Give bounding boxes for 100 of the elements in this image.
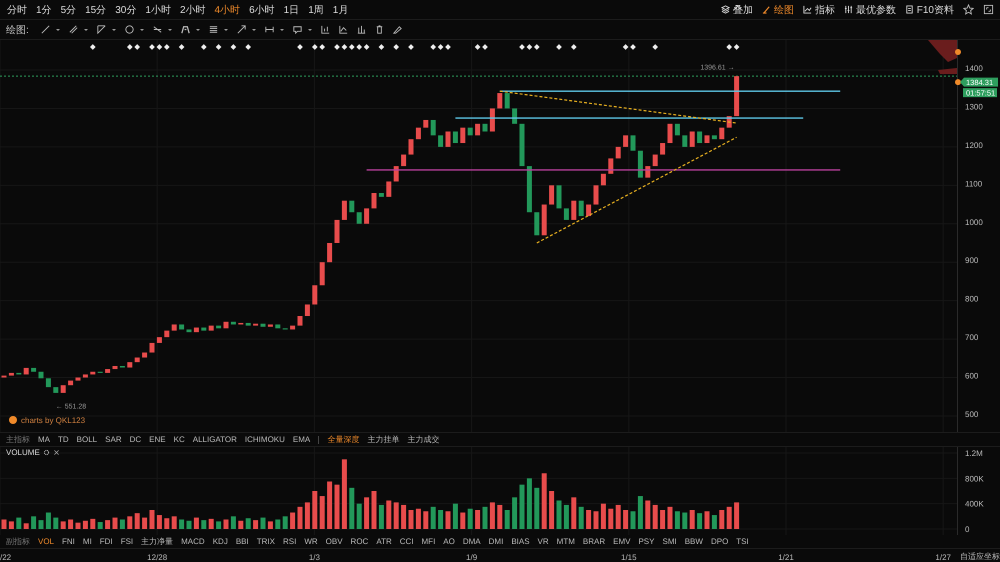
indicator-tab[interactable]: KDJ xyxy=(212,537,228,546)
indicator-tab[interactable]: FSI xyxy=(120,537,134,546)
indicator-tab[interactable]: RSI xyxy=(282,537,296,546)
indicator-tab[interactable]: ATR xyxy=(376,537,392,546)
drawing-tool-icon[interactable] xyxy=(68,24,79,35)
indicator-tab[interactable]: MTM xyxy=(556,537,575,546)
drawing-tool-icon[interactable] xyxy=(180,24,191,35)
caret-icon[interactable] xyxy=(306,28,313,32)
caret-icon[interactable] xyxy=(110,28,117,32)
indicator-tab[interactable]: BBW xyxy=(684,537,703,546)
close-icon[interactable] xyxy=(52,449,60,456)
toolbar-button[interactable]: 最优参数 xyxy=(844,2,896,16)
drawing-tool-icon[interactable] xyxy=(40,24,51,35)
drawing-tool-icon[interactable] xyxy=(338,24,349,35)
trend-line[interactable] xyxy=(500,90,737,124)
drawing-tool-icon[interactable] xyxy=(96,24,107,35)
indicator-group-label: 副指标 xyxy=(6,536,30,547)
indicator-tab[interactable]: BOLL xyxy=(76,435,98,444)
overlay-tab[interactable]: 全量深度 xyxy=(327,434,360,445)
period-tab[interactable]: 15分 xyxy=(82,2,110,18)
date-axis-label: 1/15 xyxy=(621,552,637,562)
drawing-tool-icon[interactable] xyxy=(264,24,275,35)
period-tab[interactable]: 1周 xyxy=(305,2,327,18)
trend-line[interactable] xyxy=(536,136,737,244)
horizontal-line[interactable] xyxy=(500,90,840,92)
toolbar-button[interactable]: F10资料 xyxy=(904,2,954,16)
drawing-tool-icon[interactable] xyxy=(392,24,403,35)
period-tab[interactable]: 30分 xyxy=(112,2,140,18)
indicator-tab[interactable]: VR xyxy=(538,537,549,546)
drawing-tool-icon[interactable] xyxy=(236,24,247,35)
indicator-tab[interactable]: SMI xyxy=(662,537,677,546)
indicator-tab[interactable]: PSY xyxy=(638,537,654,546)
indicator-tab[interactable]: DMA xyxy=(462,537,481,546)
overlay-tab[interactable]: 主力挂单 xyxy=(367,434,400,445)
period-tab[interactable]: 4小时 xyxy=(212,2,244,18)
caret-icon[interactable] xyxy=(222,28,229,32)
period-tab[interactable]: 1小时 xyxy=(142,2,174,18)
indicator-tab[interactable]: EMV xyxy=(613,537,630,546)
price-axis-label: 1400 xyxy=(965,64,983,73)
drawing-tool-icon[interactable] xyxy=(292,24,303,35)
caret-icon[interactable] xyxy=(138,28,145,32)
period-tab[interactable]: 1分 xyxy=(33,2,55,18)
indicator-tab[interactable]: CCI xyxy=(400,537,414,546)
caret-icon[interactable] xyxy=(278,28,285,32)
indicator-tab[interactable]: FNI xyxy=(62,537,75,546)
indicator-tab[interactable]: MA xyxy=(38,435,50,444)
caret-icon[interactable] xyxy=(194,28,201,32)
indicator-tab[interactable]: MACD xyxy=(181,537,205,546)
settings-icon[interactable] xyxy=(42,449,50,456)
toolbar-button[interactable]: 绘图 xyxy=(762,2,794,16)
drawing-tool-icon[interactable] xyxy=(152,24,163,35)
indicator-tab[interactable]: DPO xyxy=(710,537,728,546)
indicator-tab[interactable]: ICHIMOKU xyxy=(244,435,285,444)
drawing-tool-icon[interactable] xyxy=(124,24,135,35)
toolbar-button[interactable]: 叠加 xyxy=(720,2,753,16)
indicator-tab[interactable]: 主力净量 xyxy=(141,536,174,547)
star-icon[interactable] xyxy=(963,4,974,15)
indicator-tab[interactable]: TD xyxy=(58,435,69,444)
caret-icon[interactable] xyxy=(82,28,89,32)
indicator-tab[interactable]: ENE xyxy=(149,435,166,444)
indicator-tab[interactable]: DC xyxy=(130,435,142,444)
indicator-tab[interactable]: MFI xyxy=(422,537,436,546)
indicator-tab[interactable]: KC xyxy=(174,435,185,444)
price-axis-label: 1200 xyxy=(965,140,983,150)
period-tab[interactable]: 5分 xyxy=(58,2,80,18)
indicator-tab[interactable]: OBV xyxy=(326,537,343,546)
period-tab[interactable]: 分时 xyxy=(4,2,30,18)
horizontal-line[interactable] xyxy=(455,117,804,119)
indicator-tab[interactable]: EMA xyxy=(292,435,310,444)
drawing-tool-icon[interactable] xyxy=(208,24,219,35)
indicator-tab[interactable]: FDI xyxy=(100,537,113,546)
period-tab[interactable]: 1日 xyxy=(280,2,302,18)
caret-icon[interactable] xyxy=(54,28,61,32)
indicator-tab[interactable]: AO xyxy=(443,537,455,546)
period-tab[interactable]: 6小时 xyxy=(246,2,278,18)
toolbar-button[interactable]: 指标 xyxy=(802,2,835,16)
indicator-tab[interactable]: BIAS xyxy=(511,537,530,546)
indicator-tab[interactable]: TSI xyxy=(736,537,749,546)
indicator-tab[interactable]: ALLIGATOR xyxy=(192,435,237,444)
fullscreen-icon[interactable] xyxy=(983,4,994,15)
period-tab[interactable]: 2小时 xyxy=(176,2,208,18)
indicator-tab[interactable]: VOL xyxy=(38,537,54,546)
indicator-tab[interactable]: TRIX xyxy=(256,537,275,546)
period-tab[interactable]: 1月 xyxy=(330,2,352,18)
indicator-tab[interactable]: BBI xyxy=(236,537,249,546)
marker-dot-icon xyxy=(955,79,961,86)
indicator-tab[interactable]: BRAR xyxy=(582,537,606,546)
caret-icon[interactable] xyxy=(250,28,257,32)
indicator-tab[interactable]: SAR xyxy=(105,435,122,444)
price-axis-label: 1000 xyxy=(965,218,983,227)
axis-mode-button[interactable]: 自适应坐标 xyxy=(960,551,1000,562)
drawing-tool-icon[interactable] xyxy=(356,24,367,35)
indicator-tab[interactable]: DMI xyxy=(488,537,504,546)
indicator-tab[interactable]: MI xyxy=(82,537,92,546)
indicator-tab[interactable]: ROC xyxy=(350,537,368,546)
caret-icon[interactable] xyxy=(166,28,173,32)
indicator-tab[interactable]: WR xyxy=(304,537,318,546)
drawing-tool-icon[interactable] xyxy=(320,24,331,35)
price-axis-label: 800 xyxy=(965,294,978,304)
overlay-tab[interactable]: 主力成交 xyxy=(407,434,440,445)
